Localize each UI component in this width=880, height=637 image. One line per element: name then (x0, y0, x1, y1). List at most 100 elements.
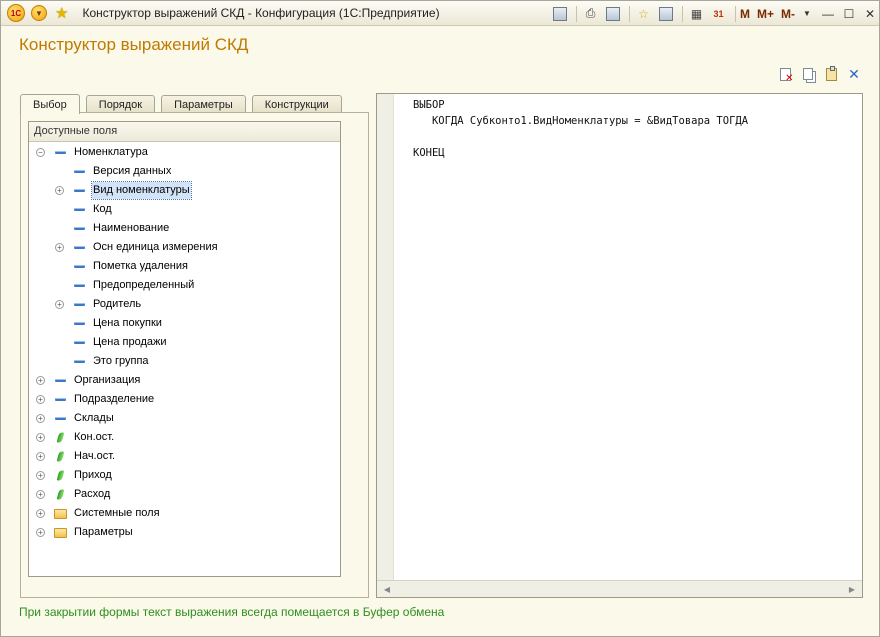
title-toolbar: ⎙ ☆ ▦ 31 M M+ M- ▼ — ☐ ✕ (550, 4, 879, 23)
favorites-list-icon[interactable] (656, 4, 675, 23)
save-icon[interactable] (550, 4, 569, 23)
tree-node[interactable]: + Приход (29, 466, 340, 485)
expand-icon[interactable]: + (36, 490, 45, 499)
tree-node[interactable]: Цена покупки (29, 314, 340, 333)
tree-node[interactable]: Предопределенный (29, 276, 340, 295)
tree-node[interactable]: − Номенклатура (29, 143, 340, 162)
memory-store-button[interactable]: M (740, 4, 750, 23)
expression-editor[interactable]: ВЫБОР КОГДА Субконто1.ВидНоменклатуры = … (376, 93, 863, 598)
toolbar-divider (629, 5, 630, 22)
tree-node-label: Системные поля (74, 507, 160, 519)
tree-node[interactable]: + Расход (29, 485, 340, 504)
toolbar-divider (735, 5, 736, 22)
dash-icon (72, 238, 86, 257)
expand-icon[interactable]: + (36, 376, 45, 385)
tree-node-label: Склады (74, 412, 114, 424)
expand-icon[interactable]: + (36, 452, 45, 461)
dash-icon (53, 371, 67, 390)
leaf-icon (53, 428, 67, 447)
dash-icon (53, 143, 67, 162)
print-icon[interactable]: ⎙ (581, 4, 600, 23)
dash-icon (72, 181, 86, 200)
tree-node-label: Номенклатура (74, 146, 148, 158)
expression-text[interactable]: ВЫБОР КОГДА Субконто1.ВидНоменклатуры = … (413, 97, 748, 161)
tree-node-label: Расход (74, 488, 111, 500)
scroll-left-icon[interactable]: ◀ (379, 582, 395, 596)
tree-node-label: Цена покупки (93, 317, 162, 329)
dash-icon (72, 276, 86, 295)
expand-icon[interactable]: + (36, 509, 45, 518)
tree-node[interactable]: Код (29, 200, 340, 219)
calendar-icon[interactable]: 31 (709, 4, 728, 23)
expand-icon[interactable]: + (55, 243, 64, 252)
tree-node[interactable]: + Параметры (29, 523, 340, 542)
tree-node[interactable]: + Вид номенклатуры (29, 181, 340, 200)
tab-parametry[interactable]: Параметры (161, 95, 246, 113)
memory-add-button[interactable]: M+ (757, 4, 774, 23)
editor-gutter (377, 94, 394, 581)
form-command-bar: ✕ ✕ (771, 65, 863, 84)
tree-node[interactable]: + Подразделение (29, 390, 340, 409)
dash-icon (72, 200, 86, 219)
tree-node[interactable]: + Склады (29, 409, 340, 428)
tree-node-label: Наименование (93, 222, 170, 234)
tree-node[interactable]: + Родитель (29, 295, 340, 314)
toolbar-divider (576, 5, 577, 22)
expand-icon[interactable]: + (55, 186, 64, 195)
scroll-right-icon[interactable]: ▶ (844, 582, 860, 596)
tree-node[interactable]: Версия данных (29, 162, 340, 181)
add-favorite-icon[interactable]: ☆ (634, 4, 653, 23)
close-form-icon[interactable]: ✕ (845, 65, 863, 83)
collapse-icon[interactable]: − (36, 148, 45, 157)
tree-node-label: Подразделение (74, 393, 155, 405)
memory-subtract-button[interactable]: M- (781, 4, 795, 23)
favorites-star-icon[interactable]: ★ (55, 6, 68, 21)
tree-node-label: Родитель (93, 298, 142, 310)
copy-icon[interactable] (799, 65, 817, 83)
tree-node[interactable]: + Нач.ост. (29, 447, 340, 466)
code-line: КОГДА Субконто1.ВидНоменклатуры = &ВидТо… (413, 115, 749, 127)
minimize-icon[interactable]: — (819, 5, 837, 23)
tab-konstrukcii[interactable]: Конструкции (251, 95, 342, 113)
delete-document-icon[interactable]: ✕ (776, 65, 794, 84)
main-menu-icon[interactable]: ▼ (31, 5, 47, 21)
horizontal-scrollbar[interactable]: ◀ ▶ (377, 580, 862, 597)
tree-node[interactable]: Цена продажи (29, 333, 340, 352)
tree-node[interactable]: Наименование (29, 219, 340, 238)
tree-node-label: Кон.ост. (74, 431, 115, 443)
tab-poryadok[interactable]: Порядок (85, 95, 156, 113)
expand-icon[interactable]: + (36, 395, 45, 404)
expand-icon[interactable]: + (55, 300, 64, 309)
tab-vybor[interactable]: Выбор (20, 94, 80, 114)
dash-icon (72, 295, 86, 314)
tree-node[interactable]: + Осн единица измерения (29, 238, 340, 257)
tree-node-label: Цена продажи (93, 336, 167, 348)
tree-node[interactable]: + Кон.ост. (29, 428, 340, 447)
close-window-icon[interactable]: ✕ (861, 5, 879, 23)
tree-node-label: Организация (74, 374, 141, 386)
calculator-icon[interactable]: ▦ (687, 4, 706, 23)
expand-icon[interactable]: + (36, 433, 45, 442)
tree-node[interactable]: Это группа (29, 352, 340, 371)
expand-icon[interactable]: + (36, 471, 45, 480)
maximize-icon[interactable]: ☐ (840, 5, 858, 23)
expand-icon[interactable]: + (36, 528, 45, 537)
paste-icon[interactable] (822, 65, 840, 83)
leaf-icon (53, 466, 67, 485)
print-preview-icon[interactable] (603, 4, 622, 23)
tree-node[interactable]: + Системные поля (29, 504, 340, 523)
tree-column-header: Доступные поля (29, 122, 340, 142)
expand-icon[interactable]: + (36, 414, 45, 423)
dash-icon (53, 390, 67, 409)
tree-node[interactable]: + Организация (29, 371, 340, 390)
tab-page-vybor: Доступные поля − Номенклатура Версия данны… (20, 112, 369, 598)
dash-icon (53, 409, 67, 428)
tree-node-label: Код (93, 203, 112, 215)
dash-icon (72, 352, 86, 371)
chevron-down-icon[interactable]: ▼ (798, 5, 816, 23)
1c-logo-icon[interactable]: 1С (7, 4, 25, 22)
code-line: ВЫБОР (413, 99, 445, 111)
tree-node[interactable]: Пометка удаления (29, 257, 340, 276)
available-fields-tree[interactable]: Доступные поля − Номенклатура Версия данны… (28, 121, 341, 577)
